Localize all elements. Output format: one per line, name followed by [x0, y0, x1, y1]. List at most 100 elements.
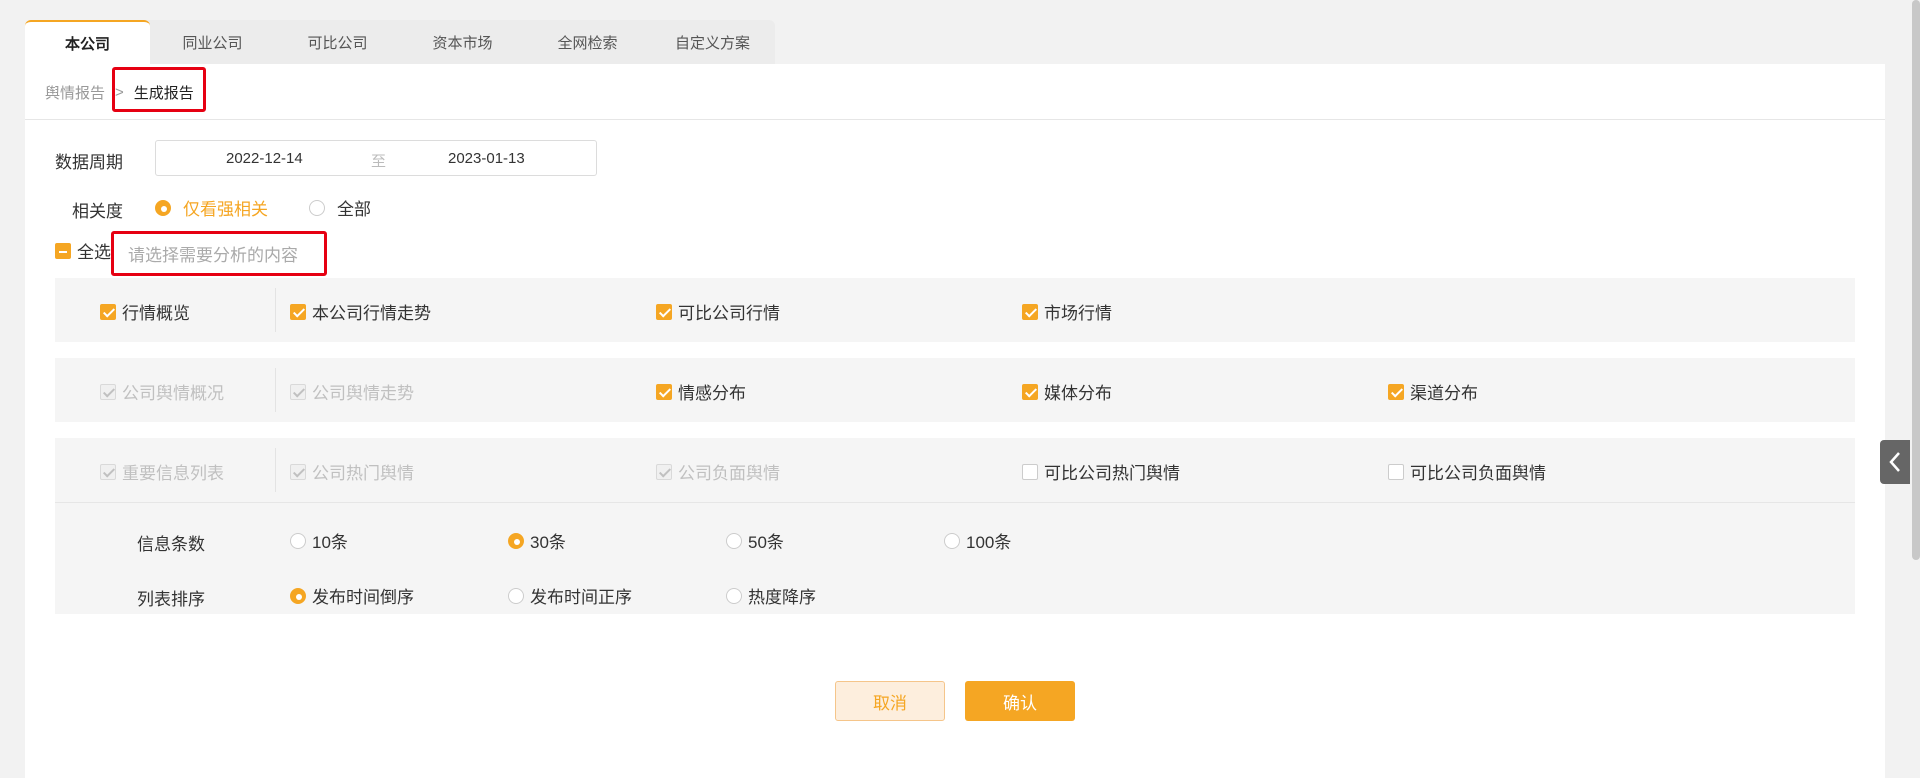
option-media-distribution[interactable]: 媒体分布: [1022, 379, 1112, 404]
select-all-label: 全选: [77, 243, 111, 262]
option-label: 公司负面舆情: [678, 464, 780, 483]
radio-unselected[interactable]: [944, 532, 960, 549]
tab-capital-market[interactable]: 资本市场: [400, 20, 525, 64]
separator: [275, 288, 276, 332]
count-option-label: 100条: [966, 533, 1012, 552]
separator: [275, 448, 276, 492]
chevron-left-icon: [1889, 452, 1900, 472]
start-date[interactable]: 2022-12-14: [226, 150, 303, 167]
checkbox-disabled: [290, 383, 306, 400]
checkbox-disabled: [100, 463, 116, 480]
option-comparable-negative[interactable]: 可比公司负面舆情: [1388, 459, 1546, 484]
option-label: 可比公司负面舆情: [1410, 464, 1546, 483]
group-info-list-title-label: 重要信息列表: [122, 464, 224, 483]
option-label: 情感分布: [678, 384, 746, 403]
tab-bar: 本公司 同业公司 可比公司 资本市场 全网检索 自定义方案: [25, 20, 775, 64]
radio-unselected[interactable]: [508, 587, 524, 604]
group-market-title[interactable]: 行情概览: [100, 299, 190, 324]
divider: [55, 502, 1855, 503]
option-label: 本公司行情走势: [312, 304, 431, 323]
sort-option-hot-desc[interactable]: 热度降序: [726, 583, 816, 608]
option-label: 媒体分布: [1044, 384, 1112, 403]
radio-unselected[interactable]: [726, 587, 742, 604]
relevance-strong-label: 仅看强相关: [183, 200, 268, 219]
checkbox-checked[interactable]: [656, 303, 672, 320]
option-company-trend[interactable]: 本公司行情走势: [290, 299, 431, 324]
checkbox-checked[interactable]: [656, 383, 672, 400]
count-option-100[interactable]: 100条: [944, 528, 1011, 553]
count-option-50[interactable]: 50条: [726, 528, 784, 553]
sort-option-label: 热度降序: [748, 588, 816, 607]
radio-selected[interactable]: [290, 587, 306, 604]
confirm-button[interactable]: 确认: [965, 681, 1075, 721]
radio-unselected[interactable]: [309, 199, 325, 216]
option-label: 渠道分布: [1410, 384, 1478, 403]
option-comparable-market[interactable]: 可比公司行情: [656, 299, 780, 324]
option-emotion-distribution[interactable]: 情感分布: [656, 379, 746, 404]
option-sentiment-trend: 公司舆情走势: [290, 379, 414, 404]
group-market-title-label: 行情概览: [122, 304, 190, 323]
checkbox-checked[interactable]: [1022, 303, 1038, 320]
checkbox-checked[interactable]: [1388, 383, 1404, 400]
option-comparable-hot[interactable]: 可比公司热门舆情: [1022, 459, 1180, 484]
highlight-box-breadcrumb: [112, 67, 206, 112]
group-info-list-title: 重要信息列表: [100, 459, 224, 484]
relevance-all-label: 全部: [337, 200, 371, 219]
option-label: 市场行情: [1044, 304, 1112, 323]
select-all[interactable]: 全选: [55, 238, 111, 263]
select-hint: 请选择需要分析的内容: [128, 246, 298, 265]
radio-selected[interactable]: [155, 199, 171, 216]
relevance-strong-option[interactable]: 仅看强相关: [155, 195, 268, 220]
checkbox-unchecked[interactable]: [1388, 463, 1404, 480]
checkbox-checked[interactable]: [290, 303, 306, 320]
sort-option-time-desc[interactable]: 发布时间倒序: [290, 583, 414, 608]
checkbox-disabled: [290, 463, 306, 480]
tab-web-search[interactable]: 全网检索: [525, 20, 650, 64]
option-market-overview[interactable]: 市场行情: [1022, 299, 1112, 324]
group-sentiment-title: 公司舆情概况: [100, 379, 224, 404]
option-label: 公司舆情走势: [312, 384, 414, 403]
separator: [275, 368, 276, 412]
count-option-label: 50条: [748, 533, 784, 552]
count-option-30[interactable]: 30条: [508, 528, 566, 553]
checkbox-checked[interactable]: [100, 303, 116, 320]
group-market: 行情概览 本公司行情走势 可比公司行情 市场行情: [55, 278, 1855, 342]
tab-this-company[interactable]: 本公司: [25, 20, 150, 64]
group-sentiment: 公司舆情概况 公司舆情走势 情感分布 媒体分布 渠道分布: [55, 358, 1855, 422]
radio-unselected[interactable]: [726, 532, 742, 549]
end-date[interactable]: 2023-01-13: [448, 150, 525, 167]
tab-peer-companies[interactable]: 同业公司: [150, 20, 275, 64]
checkbox-disabled: [656, 463, 672, 480]
sort-option-time-asc[interactable]: 发布时间正序: [508, 583, 632, 608]
tab-comparable-companies[interactable]: 可比公司: [275, 20, 400, 64]
option-negative-sentiment: 公司负面舆情: [656, 459, 780, 484]
sort-option-label: 发布时间倒序: [312, 588, 414, 607]
divider: [25, 119, 1885, 120]
option-hot-sentiment: 公司热门舆情: [290, 459, 414, 484]
checkbox-unchecked[interactable]: [1022, 463, 1038, 480]
breadcrumb-parent[interactable]: 舆情报告: [45, 82, 105, 103]
count-option-label: 30条: [530, 533, 566, 552]
scrollbar[interactable]: [1912, 0, 1920, 560]
period-label: 数据周期: [55, 153, 123, 172]
count-option-10[interactable]: 10条: [290, 528, 348, 553]
main-panel: 舆情报告 > 生成报告 数据周期 2022-12-14 至 2023-01-13…: [25, 64, 1885, 778]
relevance-all-option[interactable]: 全部: [309, 195, 371, 220]
tab-custom-plan[interactable]: 自定义方案: [650, 20, 775, 64]
group-info-list: 重要信息列表 公司热门舆情 公司负面舆情 可比公司热门舆情 可比公司负面舆情 信…: [55, 438, 1855, 614]
option-channel-distribution[interactable]: 渠道分布: [1388, 379, 1478, 404]
option-label: 可比公司热门舆情: [1044, 464, 1180, 483]
radio-unselected[interactable]: [290, 532, 306, 549]
date-range-picker[interactable]: 2022-12-14 至 2023-01-13: [155, 140, 597, 176]
group-sentiment-title-label: 公司舆情概况: [122, 384, 224, 403]
sort-option-label: 发布时间正序: [530, 588, 632, 607]
count-option-label: 10条: [312, 533, 348, 552]
collapse-panel-button[interactable]: [1880, 440, 1910, 484]
count-label: 信息条数: [137, 535, 205, 554]
option-label: 公司热门舆情: [312, 464, 414, 483]
checkbox-checked[interactable]: [1022, 383, 1038, 400]
radio-selected[interactable]: [508, 532, 524, 549]
cancel-button[interactable]: 取消: [835, 681, 945, 721]
select-all-checkbox[interactable]: [55, 242, 71, 259]
date-to-separator: 至: [371, 153, 387, 170]
